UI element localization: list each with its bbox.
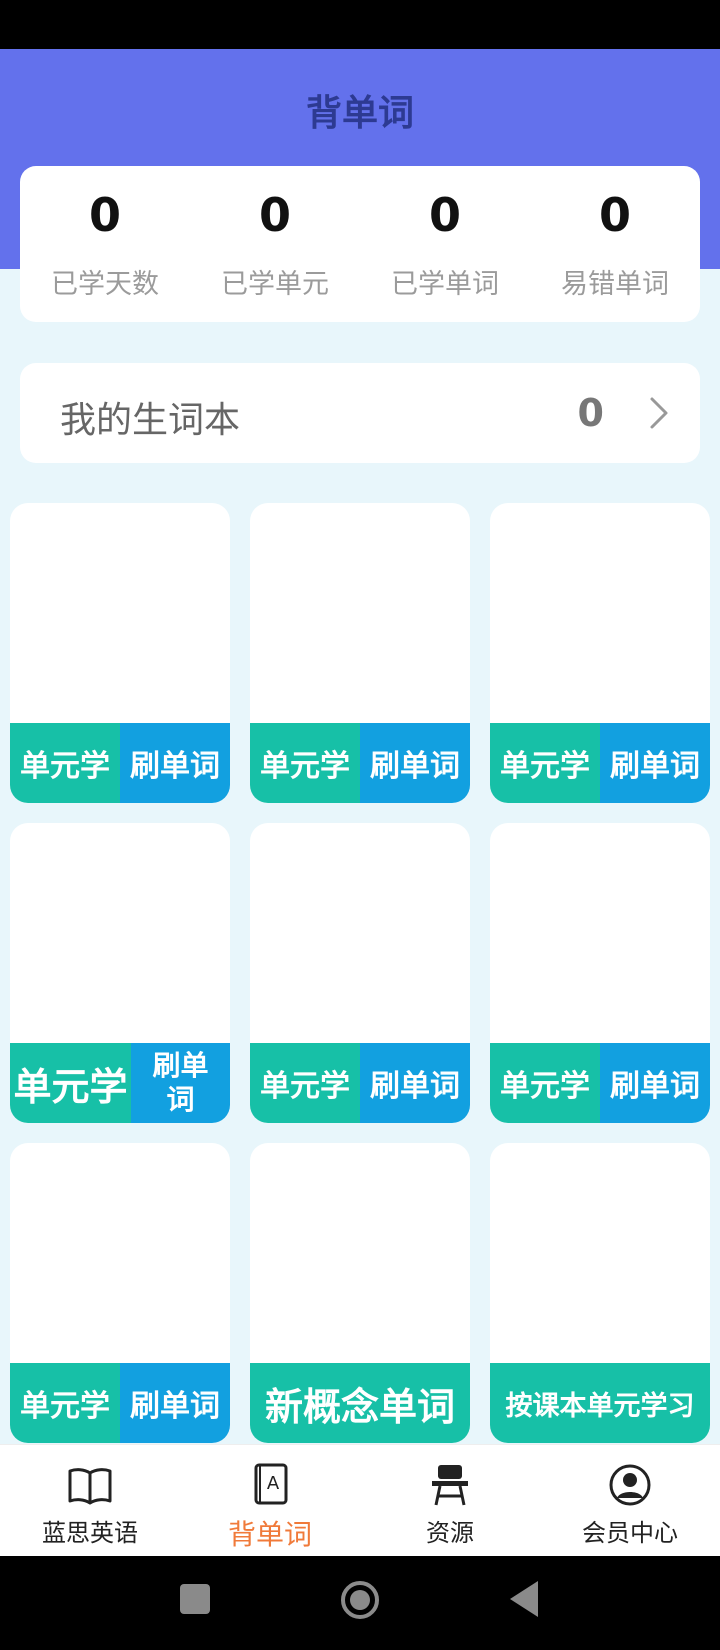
unit-study-button[interactable]: 单元学 xyxy=(490,1043,600,1123)
bottom-tab-bar: 蓝思英语 A 背单词 资源 会员中心 xyxy=(0,1444,720,1556)
word-book-icon: A xyxy=(254,1463,288,1505)
stat-label: 已学单元 xyxy=(221,269,329,300)
drill-words-button[interactable]: 刷单词 xyxy=(360,723,470,803)
book-cover[interactable] xyxy=(490,503,710,723)
book-card[interactable]: 单元学 刷单词 xyxy=(490,503,710,803)
vocab-book-label: 我的生词本 xyxy=(60,400,241,441)
stat-value: 0 xyxy=(598,188,631,242)
unit-study-button[interactable]: 单元学 xyxy=(10,723,120,803)
tab-label: 蓝思英语 xyxy=(42,1519,138,1547)
page-title: 背单词 xyxy=(305,93,414,134)
drill-words-button[interactable]: 刷单词 xyxy=(600,723,710,803)
unit-study-button[interactable]: 单元学 xyxy=(250,1043,360,1123)
book-card[interactable]: 单元学 刷单词 xyxy=(10,1143,230,1443)
book-cover[interactable] xyxy=(250,1143,470,1363)
drill-words-button[interactable]: 刷单词 xyxy=(600,1043,710,1123)
stat-label: 已学天数 xyxy=(51,269,159,300)
new-concept-words-button[interactable]: 新概念单词 xyxy=(250,1363,470,1443)
book-card[interactable]: 按课本单元学习 xyxy=(490,1143,710,1443)
book-cover[interactable] xyxy=(10,823,230,1043)
unit-study-button[interactable]: 单元学 xyxy=(10,1363,120,1443)
book-cover[interactable] xyxy=(490,823,710,1043)
book-icon xyxy=(68,1468,112,1505)
system-nav-bar xyxy=(0,1556,720,1650)
back-icon[interactable] xyxy=(510,1581,538,1617)
book-card[interactable]: 单元学 刷单词 xyxy=(490,823,710,1123)
stat-words[interactable]: 0 已学单词 xyxy=(360,166,530,322)
stat-label: 易错单词 xyxy=(561,269,669,300)
stat-value: 0 xyxy=(428,188,461,242)
book-cover[interactable] xyxy=(250,823,470,1043)
book-card[interactable]: 单元学 刷单词 xyxy=(10,823,230,1123)
tab-label: 会员中心 xyxy=(582,1519,678,1547)
book-cover[interactable] xyxy=(250,503,470,723)
book-cover[interactable] xyxy=(10,503,230,723)
tab-label: 资源 xyxy=(426,1519,474,1547)
stats-card: 0 已学天数 0 已学单元 0 已学单词 0 易错单词 xyxy=(20,166,700,322)
home-icon[interactable] xyxy=(341,1581,379,1619)
tab-member-center[interactable]: 会员中心 xyxy=(540,1445,720,1556)
recent-apps-icon[interactable] xyxy=(180,1584,210,1614)
stat-value: 0 xyxy=(258,188,291,242)
book-card[interactable]: 单元学 刷单词 xyxy=(250,503,470,803)
drill-words-button[interactable]: 刷单词 xyxy=(120,1363,230,1443)
status-bar xyxy=(0,0,720,49)
drill-words-button[interactable]: 刷单词 xyxy=(360,1043,470,1123)
tab-resources[interactable]: 资源 xyxy=(360,1445,540,1556)
stat-days[interactable]: 0 已学天数 xyxy=(20,166,190,322)
tab-label: 背单词 xyxy=(227,1518,312,1551)
tab-vocabulary[interactable]: A 背单词 xyxy=(180,1445,360,1556)
user-icon xyxy=(609,1464,651,1506)
unit-study-button[interactable]: 单元学 xyxy=(490,723,600,803)
vocab-book-row[interactable]: 我的生词本 0 xyxy=(20,363,700,463)
book-card[interactable]: 新概念单词 xyxy=(250,1143,470,1443)
svg-text:A: A xyxy=(267,1473,280,1494)
book-cover[interactable] xyxy=(10,1143,230,1363)
book-cover[interactable] xyxy=(490,1143,710,1363)
tab-lexile-english[interactable]: 蓝思英语 xyxy=(0,1445,180,1556)
textbook-unit-study-button[interactable]: 按课本单元学习 xyxy=(490,1363,710,1443)
stat-units[interactable]: 0 已学单元 xyxy=(190,166,360,322)
unit-study-button[interactable]: 单元学 xyxy=(250,723,360,803)
book-card[interactable]: 单元学 刷单词 xyxy=(10,503,230,803)
desk-icon xyxy=(432,1465,468,1506)
stat-mistakes[interactable]: 0 易错单词 xyxy=(530,166,700,322)
stat-label: 已学单词 xyxy=(391,269,499,300)
book-card[interactable]: 单元学 刷单词 xyxy=(250,823,470,1123)
unit-study-button[interactable]: 单元学 xyxy=(10,1043,131,1123)
drill-words-button[interactable]: 刷单词 xyxy=(120,723,230,803)
drill-words-button[interactable]: 刷单词 xyxy=(131,1043,230,1123)
chevron-right-icon xyxy=(650,397,668,429)
stat-value: 0 xyxy=(88,188,121,242)
vocab-book-count: 0 xyxy=(577,391,604,435)
